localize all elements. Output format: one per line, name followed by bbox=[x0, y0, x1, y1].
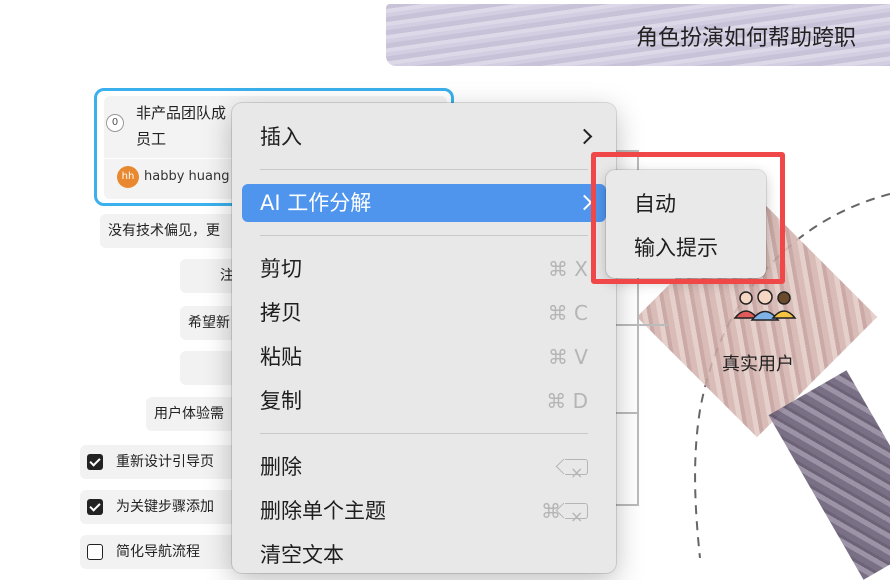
list-item-text: 用户体验需 bbox=[154, 406, 224, 422]
task-text: 重新设计引导页 bbox=[116, 454, 214, 470]
menu-separator bbox=[260, 433, 588, 434]
people-label[interactable]: 真实用户 bbox=[722, 350, 794, 376]
list-item[interactable]: 注 bbox=[180, 259, 240, 293]
menu-separator bbox=[260, 235, 588, 236]
shortcut-label: ⌘ C bbox=[547, 301, 588, 325]
list-item-text: 没有技术偏见，更 bbox=[108, 223, 220, 239]
chevron-right-icon bbox=[576, 194, 593, 211]
shortcut-label: ⌘ X bbox=[547, 257, 588, 281]
delete-key-icon bbox=[561, 448, 588, 492]
shortcut-label: ⌘ V bbox=[547, 345, 588, 369]
delete-key-icon bbox=[565, 498, 588, 536]
menu-item-delete[interactable]: 删除 bbox=[242, 448, 606, 492]
menu-item-label: 清空文本 bbox=[260, 543, 344, 567]
menu-item-label: 删除 bbox=[260, 455, 302, 479]
menu-item-cut[interactable]: 剪切 ⌘ X bbox=[242, 250, 606, 288]
shortcut-label: ⌘ D bbox=[546, 389, 588, 413]
avatar[interactable]: hh bbox=[117, 166, 139, 188]
menu-item-label: 剪切 bbox=[260, 257, 302, 281]
menu-item-label: 粘贴 bbox=[260, 345, 302, 369]
list-item[interactable]: 希望新 bbox=[180, 306, 240, 340]
menu-separator bbox=[260, 169, 588, 170]
context-menu: 插入 AI 工作分解 剪切 ⌘ X 拷贝 ⌘ C 粘贴 ⌘ V 复制 ⌘ D 删… bbox=[232, 103, 616, 573]
connector-line bbox=[616, 504, 638, 506]
node-index-badge: 0 bbox=[106, 114, 124, 132]
list-item[interactable]: 没有技术偏见，更 bbox=[100, 214, 240, 248]
menu-item-insert[interactable]: 插入 bbox=[242, 118, 606, 156]
checkbox-checked[interactable] bbox=[87, 499, 103, 515]
author-name: habby huang bbox=[144, 169, 230, 184]
menu-item-label: 插入 bbox=[260, 125, 302, 149]
menu-item-ai-breakdown[interactable]: AI 工作分解 bbox=[242, 184, 606, 222]
task-text: 为关键步骤添加 bbox=[116, 499, 214, 515]
task-item[interactable]: 为关键步骤添加 bbox=[80, 490, 240, 524]
shortcut-label: ⌘ bbox=[541, 492, 588, 536]
menu-item-label: 删除单个主题 bbox=[260, 499, 386, 523]
highlight-annotation bbox=[591, 152, 785, 284]
menu-item-duplicate[interactable]: 复制 ⌘ D bbox=[242, 382, 606, 420]
task-item[interactable]: 重新设计引导页 bbox=[80, 445, 240, 479]
menu-item-clear-text[interactable]: 清空文本 bbox=[242, 536, 606, 574]
task-item[interactable]: 简化导航流程 bbox=[80, 535, 240, 569]
menu-item-copy[interactable]: 拷贝 ⌘ C bbox=[242, 294, 606, 332]
connector-line bbox=[616, 412, 638, 414]
list-item[interactable] bbox=[180, 351, 240, 385]
page-title[interactable]: 角色扮演如何帮助跨职 bbox=[636, 20, 856, 52]
menu-item-paste[interactable]: 粘贴 ⌘ V bbox=[242, 338, 606, 376]
chevron-right-icon bbox=[576, 128, 593, 145]
checkbox-checked[interactable] bbox=[87, 454, 103, 470]
menu-item-label: AI 工作分解 bbox=[260, 191, 372, 215]
connector-line bbox=[638, 324, 668, 326]
list-item[interactable]: 用户体验需 bbox=[146, 397, 240, 431]
connector-line bbox=[616, 324, 638, 326]
menu-item-label: 拷贝 bbox=[260, 301, 302, 325]
users-group-icon bbox=[733, 289, 797, 321]
menu-item-delete-single[interactable]: 删除单个主题 ⌘ bbox=[242, 492, 606, 536]
list-item-text: 希望新 bbox=[188, 315, 230, 331]
menu-item-label: 复制 bbox=[260, 389, 302, 413]
